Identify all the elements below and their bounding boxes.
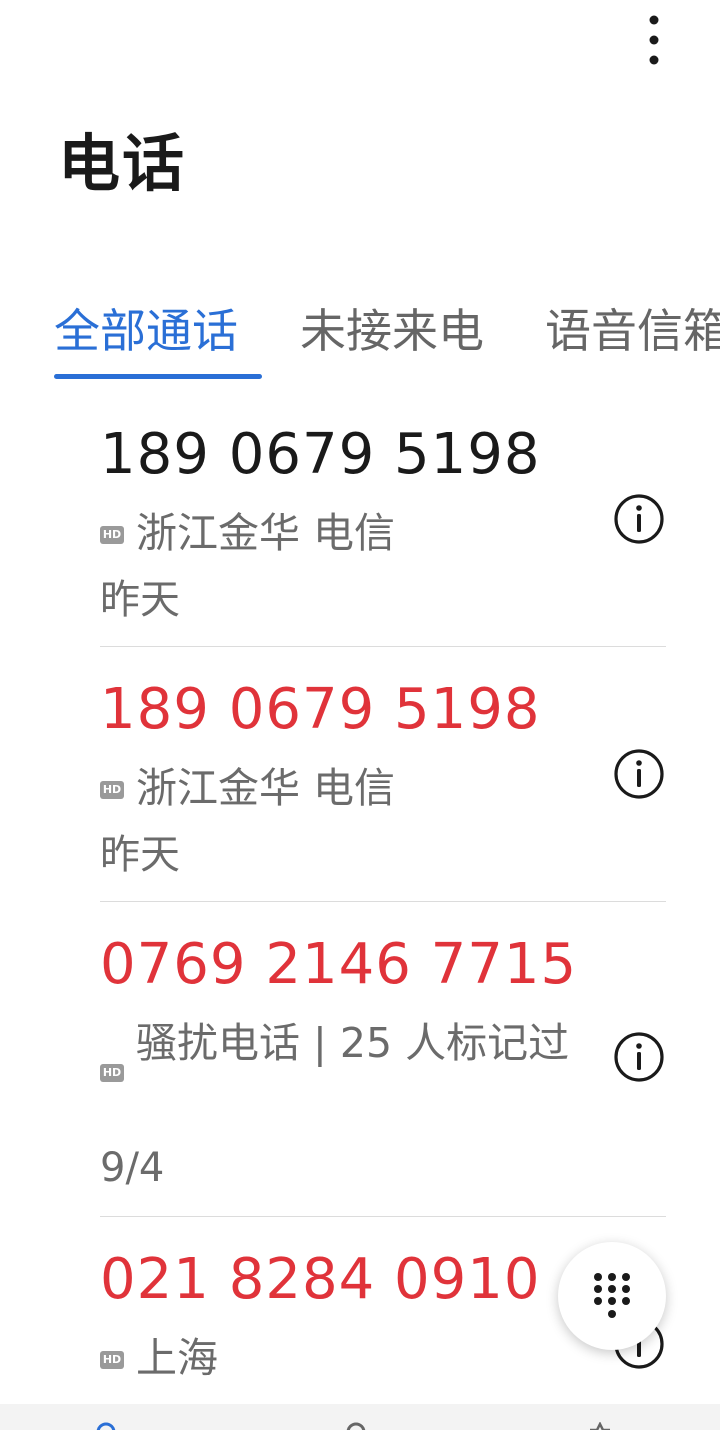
call-log-row[interactable]: 189 0679 5198 HD 浙江金华 电信 昨天 <box>0 647 720 902</box>
tab-missed-calls[interactable]: 未接来电 <box>300 300 484 362</box>
nav-favorites-tab[interactable] <box>587 1421 613 1430</box>
active-tab-indicator <box>54 374 262 379</box>
call-number: 189 0679 5198 <box>100 422 541 487</box>
call-info-button[interactable] <box>612 492 666 546</box>
bottom-navigation-bar <box>0 1404 720 1430</box>
call-number: 0769 2146 7715 <box>100 932 578 997</box>
info-icon <box>614 494 664 544</box>
call-date: 9/4 <box>100 1145 165 1191</box>
call-date: 昨天 <box>100 577 180 623</box>
tab-voicemail[interactable]: 语音信箱 <box>545 300 720 362</box>
call-location-line: HD 骚扰电话 | 25 人标记过 <box>100 1014 570 1082</box>
call-log-row[interactable]: 0769 2146 7715 HD 骚扰电话 | 25 人标记过 9/4 <box>0 902 720 1217</box>
nav-contacts-tab[interactable] <box>346 1422 366 1430</box>
call-location: 浙江金华 电信 <box>136 764 396 812</box>
clock-icon <box>96 1422 116 1430</box>
call-location-line: HD 浙江金华 电信 <box>100 504 570 562</box>
call-info-button[interactable] <box>612 747 666 801</box>
call-location-line: HD 浙江金华 电信 <box>100 759 570 817</box>
hd-badge: HD <box>100 1351 124 1369</box>
call-filter-tabs: 全部通话 未接来电 语音信箱 <box>0 290 720 382</box>
call-number: 189 0679 5198 <box>100 677 541 742</box>
call-log-row[interactable]: 189 0679 5198 HD 浙江金华 电信 昨天 <box>0 392 720 647</box>
call-date: 昨天 <box>100 832 180 878</box>
info-icon <box>614 749 664 799</box>
star-icon <box>587 1421 613 1430</box>
dialpad-icon <box>594 1273 630 1318</box>
hd-badge: HD <box>100 781 124 799</box>
nav-recents-tab[interactable] <box>96 1422 116 1430</box>
hd-badge: HD <box>100 1064 124 1082</box>
call-location: 浙江金华 电信 <box>136 509 396 557</box>
more-vertical-icon <box>649 15 659 65</box>
dialpad-fab-button[interactable] <box>558 1242 666 1350</box>
call-info-button[interactable] <box>612 1030 666 1084</box>
call-number: 021 8284 0910 <box>100 1247 541 1312</box>
tab-all-calls[interactable]: 全部通话 <box>54 300 238 362</box>
call-location-line: HD 上海 <box>100 1329 570 1387</box>
call-location: 上海 <box>136 1334 218 1382</box>
call-location: 骚扰电话 | 25 人标记过 <box>136 1019 570 1067</box>
page-title: 电话 <box>58 127 187 200</box>
info-icon <box>614 1032 664 1082</box>
hd-badge: HD <box>100 526 124 544</box>
person-icon <box>346 1422 366 1430</box>
more-options-button[interactable] <box>632 14 676 70</box>
